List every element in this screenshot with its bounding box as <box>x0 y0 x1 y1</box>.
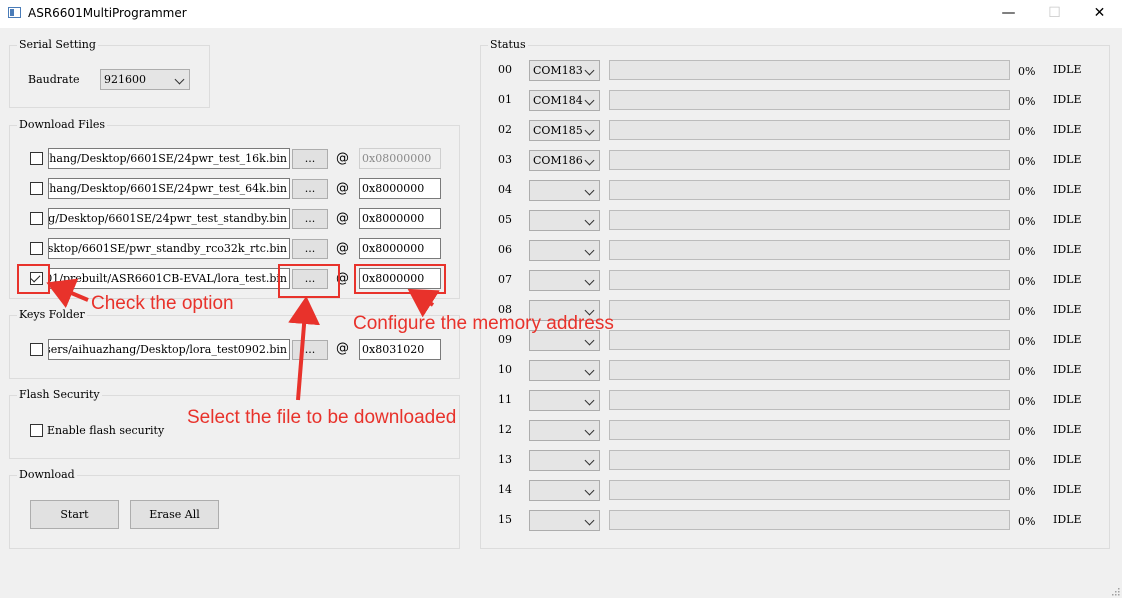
arrow-to-address <box>407 288 440 318</box>
arrow-to-checkbox <box>46 278 89 309</box>
arrow-to-browse <box>288 296 321 401</box>
annotation-configure-address: Configure the memory address <box>353 313 614 334</box>
annotation-select-file: Select the file to be downloaded <box>187 407 457 428</box>
annotation-check-option: Check the option <box>91 293 234 314</box>
